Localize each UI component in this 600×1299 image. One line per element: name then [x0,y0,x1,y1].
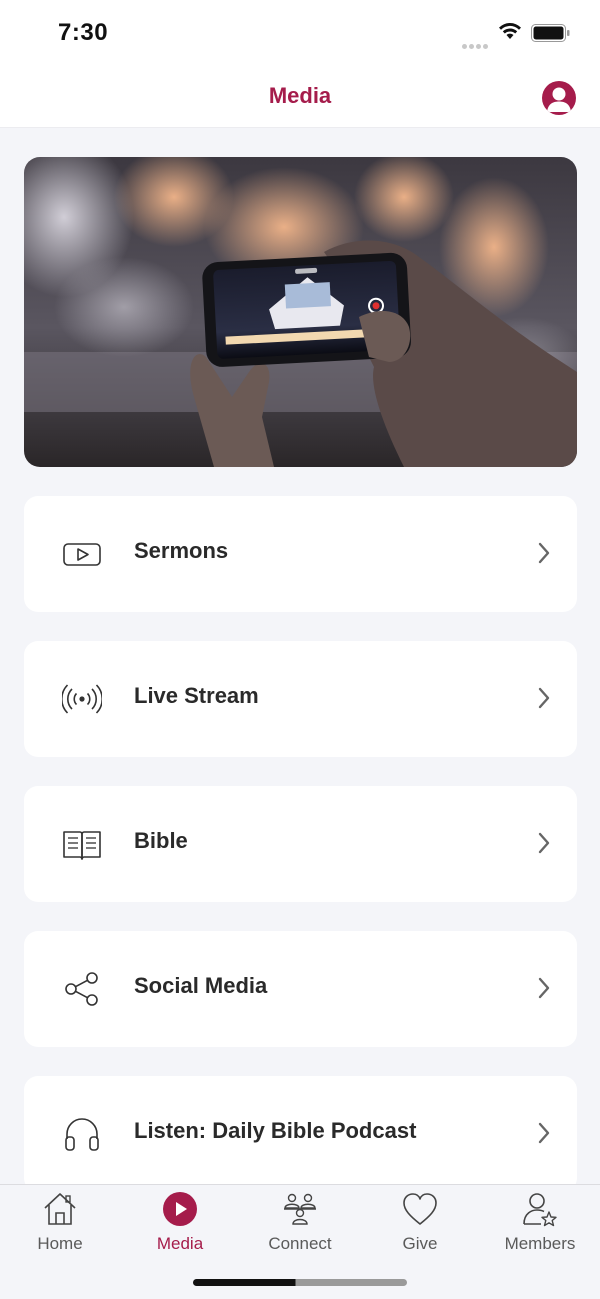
chevron-right-icon [538,542,550,564]
menu-item-sermons[interactable]: Sermons [24,496,577,612]
chevron-right-icon [538,687,550,709]
battery-icon [531,24,570,42]
home-indicator[interactable] [193,1279,407,1286]
profile-button[interactable] [542,81,576,115]
tab-members[interactable]: Members [480,1185,600,1265]
tab-media[interactable]: Media [120,1185,240,1265]
tab-give[interactable]: Give [360,1185,480,1265]
menu-item-live-stream[interactable]: Live Stream [24,641,577,757]
menu-item-daily-bible-podcast[interactable]: Listen: Daily Bible Podcast [24,1076,577,1192]
menu-item-label: Live Stream [134,683,259,708]
open-book-icon [63,831,101,860]
chevron-right-icon [538,977,550,999]
video-play-icon [63,543,101,566]
status-time: 7:30 [58,19,109,46]
tab-connect[interactable]: Connect [240,1185,360,1265]
wifi-icon [499,23,521,39]
menu-item-label: Social Media [134,973,268,998]
tab-label: Connect [268,1234,332,1253]
broadcast-icon [62,684,102,714]
menu-item-label: Listen: Daily Bible Podcast [134,1118,417,1143]
hero-image [24,157,577,467]
page-title: Media [268,83,332,108]
tab-label: Give [402,1234,438,1253]
heart-icon [403,1193,437,1225]
chevron-right-icon [538,832,550,854]
cellular-signal-icon [462,36,490,54]
menu-item-social-media[interactable]: Social Media [24,931,577,1047]
tab-label: Home [37,1234,83,1253]
share-icon [65,972,98,1006]
people-icon [284,1193,316,1225]
chevron-right-icon [538,1122,550,1144]
home-icon [44,1193,76,1225]
navigation-bar: Media [0,66,600,128]
play-circle-icon [163,1192,197,1226]
user-icon [547,87,571,112]
member-star-icon [523,1193,557,1227]
tab-home[interactable]: Home [0,1185,120,1265]
menu-item-label: Sermons [134,538,229,563]
tab-label: Members [504,1234,576,1253]
headphones-icon [65,1118,99,1151]
tab-label: Media [156,1234,204,1253]
menu-item-bible[interactable]: Bible [24,786,577,902]
status-bar: 7:30 [0,0,600,66]
menu-item-label: Bible [134,828,188,853]
